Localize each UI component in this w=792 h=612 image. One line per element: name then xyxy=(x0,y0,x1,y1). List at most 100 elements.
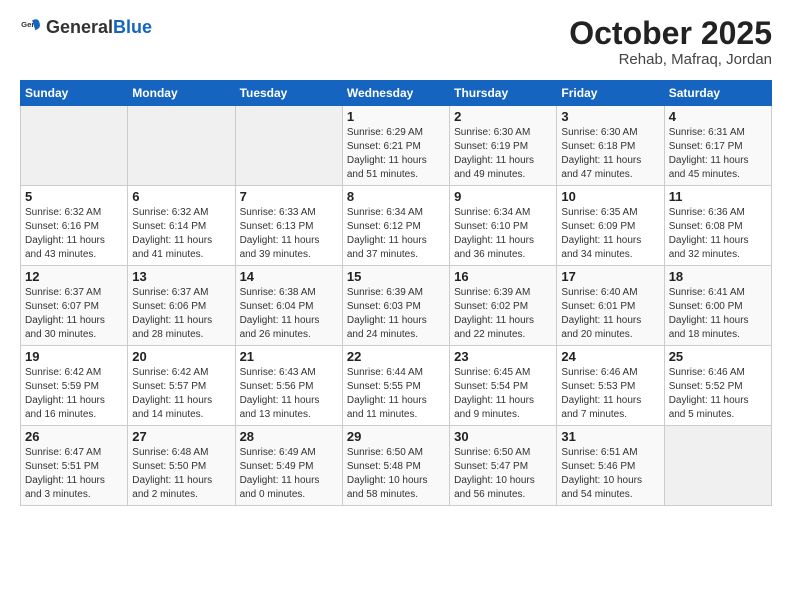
day-number: 25 xyxy=(669,349,767,364)
calendar-cell: 28 Sunrise: 6:49 AMSunset: 5:49 PMDayligh… xyxy=(235,426,342,506)
day-number: 3 xyxy=(561,109,659,124)
day-info: Sunrise: 6:35 AMSunset: 6:09 PMDaylight:… xyxy=(561,206,659,262)
day-number: 30 xyxy=(454,429,552,444)
calendar-cell: 15Sunrise: 6:39 AMSunset: 6:03 PMDayligh… xyxy=(342,266,449,346)
calendar-cell: 6 Sunrise: 6:32 AMSunset: 6:14 PMDaylight… xyxy=(128,186,235,266)
day-info: Sunrise: 6:45 AMSunset: 5:54 PMDaylight:… xyxy=(454,366,552,422)
day-info: Sunrise: 6:49 AMSunset: 5:49 PMDaylight:… xyxy=(240,446,338,502)
day-number: 9 xyxy=(454,189,552,204)
logo-blue: Blue xyxy=(113,17,152,37)
day-info: Sunrise: 6:39 AMSunset: 6:02 PMDaylight:… xyxy=(454,286,552,342)
day-header-tuesday: Tuesday xyxy=(235,81,342,106)
calendar-cell: 12 Sunrise: 6:37 AMSunset: 6:07 PMDayligh… xyxy=(21,266,128,346)
day-info: Sunrise: 6:41 AMSunset: 6:00 PMDaylight:… xyxy=(669,286,767,342)
day-info: Sunrise: 6:50 AMSunset: 5:47 PMDaylight:… xyxy=(454,446,552,502)
day-info: Sunrise: 6:34 AMSunset: 6:12 PMDaylight:… xyxy=(347,206,445,262)
calendar-cell: 4 Sunrise: 6:31 AMSunset: 6:17 PMDaylight… xyxy=(664,106,771,186)
day-number: 6 xyxy=(132,189,230,204)
calendar-subtitle: Rehab, Mafraq, Jordan xyxy=(569,51,772,68)
day-info: Sunrise: 6:43 AMSunset: 5:56 PMDaylight:… xyxy=(240,366,338,422)
week-row-5: 26Sunrise: 6:47 AMSunset: 5:51 PMDayligh… xyxy=(21,426,772,506)
day-info: Sunrise: 6:42 AMSunset: 5:59 PMDaylight:… xyxy=(25,366,123,422)
calendar-title: October 2025 xyxy=(569,16,772,51)
calendar-cell: 27Sunrise: 6:48 AMSunset: 5:50 PMDayligh… xyxy=(128,426,235,506)
day-info: Sunrise: 6:40 AMSunset: 6:01 PMDaylight:… xyxy=(561,286,659,342)
calendar-header-row: SundayMondayTuesdayWednesdayThursdayFrid… xyxy=(21,81,772,106)
day-info: Sunrise: 6:37 AMSunset: 6:07 PMDaylight:… xyxy=(25,286,123,342)
calendar-cell xyxy=(235,106,342,186)
day-info: Sunrise: 6:32 AMSunset: 6:14 PMDaylight:… xyxy=(132,206,230,262)
day-info: Sunrise: 6:37 AMSunset: 6:06 PMDaylight:… xyxy=(132,286,230,342)
day-info: Sunrise: 6:46 AMSunset: 5:53 PMDaylight:… xyxy=(561,366,659,422)
calendar-cell: 14 Sunrise: 6:38 AMSunset: 6:04 PMDayligh… xyxy=(235,266,342,346)
calendar-cell: 20 Sunrise: 6:42 AMSunset: 5:57 PMDayligh… xyxy=(128,346,235,426)
calendar-cell xyxy=(128,106,235,186)
day-number: 19 xyxy=(25,349,123,364)
calendar-cell: 22 Sunrise: 6:44 AMSunset: 5:55 PMDayligh… xyxy=(342,346,449,426)
calendar-cell: 2 Sunrise: 6:30 AMSunset: 6:19 PMDaylight… xyxy=(450,106,557,186)
calendar-cell: 26Sunrise: 6:47 AMSunset: 5:51 PMDayligh… xyxy=(21,426,128,506)
day-info: Sunrise: 6:42 AMSunset: 5:57 PMDaylight:… xyxy=(132,366,230,422)
calendar-container: Gen GeneralBlue October 2025 Rehab, Mafr… xyxy=(0,0,792,516)
day-info: Sunrise: 6:50 AMSunset: 5:48 PMDaylight:… xyxy=(347,446,445,502)
calendar-cell: 31 Sunrise: 6:51 AMSunset: 5:46 PMDayligh… xyxy=(557,426,664,506)
day-header-sunday: Sunday xyxy=(21,81,128,106)
day-info: Sunrise: 6:44 AMSunset: 5:55 PMDaylight:… xyxy=(347,366,445,422)
day-number: 13 xyxy=(132,269,230,284)
day-number: 14 xyxy=(240,269,338,284)
calendar-cell: 21 Sunrise: 6:43 AMSunset: 5:56 PMDayligh… xyxy=(235,346,342,426)
week-row-3: 12 Sunrise: 6:37 AMSunset: 6:07 PMDayligh… xyxy=(21,266,772,346)
day-number: 15 xyxy=(347,269,445,284)
calendar-cell: 3Sunrise: 6:30 AMSunset: 6:18 PMDaylight… xyxy=(557,106,664,186)
logo-general: General xyxy=(46,17,113,37)
calendar-cell: 7Sunrise: 6:33 AMSunset: 6:13 PMDaylight… xyxy=(235,186,342,266)
day-number: 1 xyxy=(347,109,445,124)
day-info: Sunrise: 6:31 AMSunset: 6:17 PMDaylight:… xyxy=(669,126,767,182)
day-number: 17 xyxy=(561,269,659,284)
day-info: Sunrise: 6:29 AMSunset: 6:21 PMDaylight:… xyxy=(347,126,445,182)
day-header-saturday: Saturday xyxy=(664,81,771,106)
calendar-cell: 23 Sunrise: 6:45 AMSunset: 5:54 PMDayligh… xyxy=(450,346,557,426)
day-number: 22 xyxy=(347,349,445,364)
week-row-1: 1 Sunrise: 6:29 AMSunset: 6:21 PMDaylight… xyxy=(21,106,772,186)
day-info: Sunrise: 6:51 AMSunset: 5:46 PMDaylight:… xyxy=(561,446,659,502)
title-block: October 2025 Rehab, Mafraq, Jordan xyxy=(569,16,772,68)
calendar-cell: 19 Sunrise: 6:42 AMSunset: 5:59 PMDayligh… xyxy=(21,346,128,426)
day-number: 16 xyxy=(454,269,552,284)
calendar-cell: 10Sunrise: 6:35 AMSunset: 6:09 PMDayligh… xyxy=(557,186,664,266)
calendar-cell: 9 Sunrise: 6:34 AMSunset: 6:10 PMDaylight… xyxy=(450,186,557,266)
day-number: 12 xyxy=(25,269,123,284)
day-info: Sunrise: 6:30 AMSunset: 6:19 PMDaylight:… xyxy=(454,126,552,182)
day-number: 31 xyxy=(561,429,659,444)
day-header-wednesday: Wednesday xyxy=(342,81,449,106)
day-header-thursday: Thursday xyxy=(450,81,557,106)
calendar-cell: 5Sunrise: 6:32 AMSunset: 6:16 PMDaylight… xyxy=(21,186,128,266)
calendar-cell: 30 Sunrise: 6:50 AMSunset: 5:47 PMDayligh… xyxy=(450,426,557,506)
day-number: 11 xyxy=(669,189,767,204)
logo: Gen GeneralBlue xyxy=(20,16,152,38)
week-row-2: 5Sunrise: 6:32 AMSunset: 6:16 PMDaylight… xyxy=(21,186,772,266)
calendar-cell xyxy=(664,426,771,506)
calendar-cell: 8 Sunrise: 6:34 AMSunset: 6:12 PMDaylight… xyxy=(342,186,449,266)
day-info: Sunrise: 6:36 AMSunset: 6:08 PMDaylight:… xyxy=(669,206,767,262)
calendar-cell: 18Sunrise: 6:41 AMSunset: 6:00 PMDayligh… xyxy=(664,266,771,346)
day-number: 28 xyxy=(240,429,338,444)
day-info: Sunrise: 6:46 AMSunset: 5:52 PMDaylight:… xyxy=(669,366,767,422)
calendar-table: SundayMondayTuesdayWednesdayThursdayFrid… xyxy=(20,80,772,506)
day-info: Sunrise: 6:38 AMSunset: 6:04 PMDaylight:… xyxy=(240,286,338,342)
day-number: 8 xyxy=(347,189,445,204)
day-info: Sunrise: 6:34 AMSunset: 6:10 PMDaylight:… xyxy=(454,206,552,262)
day-number: 2 xyxy=(454,109,552,124)
day-number: 21 xyxy=(240,349,338,364)
calendar-cell xyxy=(21,106,128,186)
calendar-cell: 17 Sunrise: 6:40 AMSunset: 6:01 PMDayligh… xyxy=(557,266,664,346)
day-number: 4 xyxy=(669,109,767,124)
calendar-cell: 13 Sunrise: 6:37 AMSunset: 6:06 PMDayligh… xyxy=(128,266,235,346)
day-number: 20 xyxy=(132,349,230,364)
week-row-4: 19 Sunrise: 6:42 AMSunset: 5:59 PMDayligh… xyxy=(21,346,772,426)
day-number: 27 xyxy=(132,429,230,444)
day-info: Sunrise: 6:33 AMSunset: 6:13 PMDaylight:… xyxy=(240,206,338,262)
day-number: 29 xyxy=(347,429,445,444)
day-number: 23 xyxy=(454,349,552,364)
day-info: Sunrise: 6:47 AMSunset: 5:51 PMDaylight:… xyxy=(25,446,123,502)
